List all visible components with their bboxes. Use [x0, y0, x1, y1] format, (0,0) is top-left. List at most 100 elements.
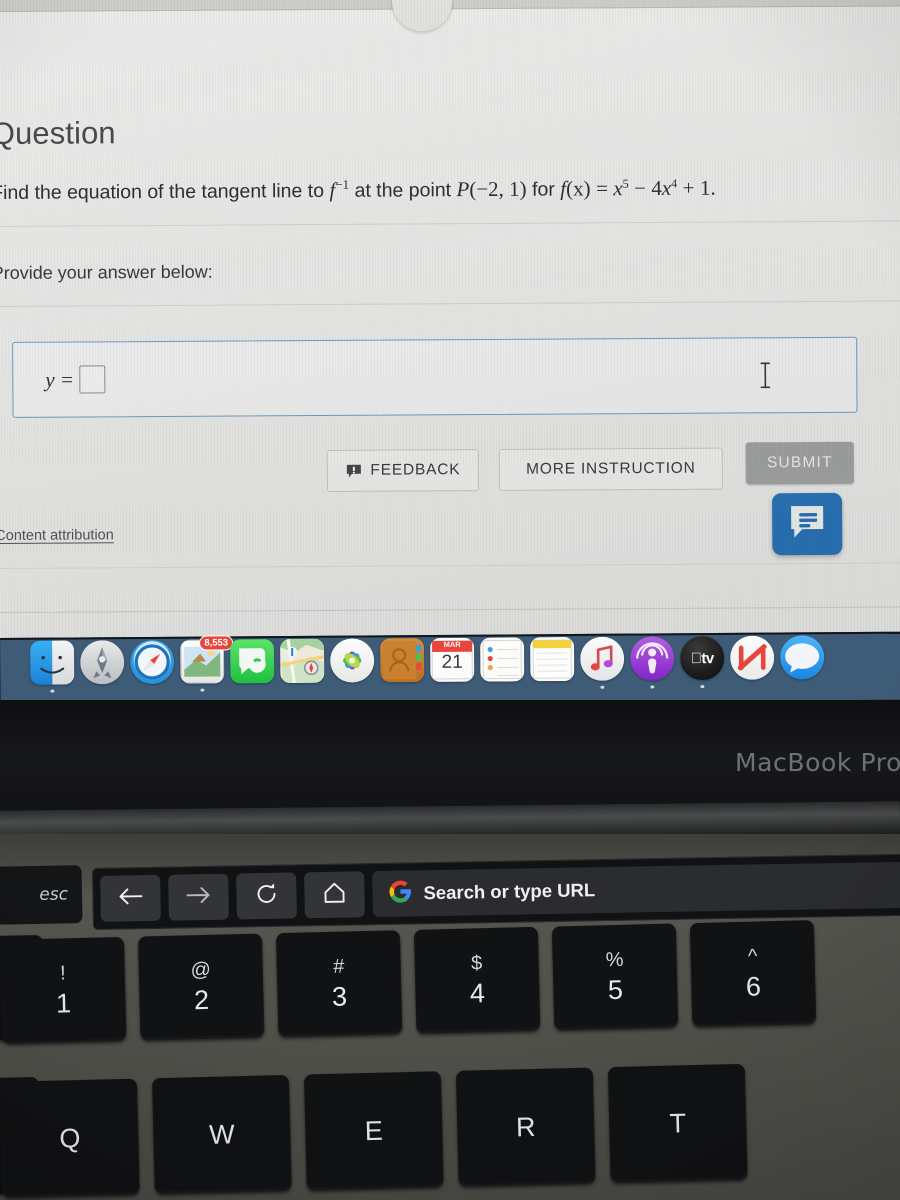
divider	[0, 606, 900, 614]
dock-item-safari[interactable]	[130, 639, 175, 685]
key-shift-symbol: !	[59, 962, 66, 985]
answer-input-region[interactable]: y =	[12, 336, 858, 418]
laptop-screen: Question Find the equation of the tangen…	[0, 0, 900, 638]
key-shift-symbol: #	[332, 955, 345, 978]
macos-dock: 8,553 MAR 21 tv	[0, 626, 900, 706]
question-prompt-part3: for	[532, 178, 555, 201]
key-primary-label: 4	[469, 978, 486, 1009]
dock-item-finder[interactable]	[30, 640, 75, 693]
key-3[interactable]: #3	[275, 930, 403, 1038]
key-shift-symbol: ^	[747, 945, 758, 968]
appletv-icon: tv	[680, 635, 725, 681]
dock-badge: 8,553	[199, 635, 234, 651]
dock-item-notes[interactable]	[530, 636, 575, 682]
messages-blue-icon	[780, 635, 825, 680]
app-running-indicator	[600, 685, 605, 689]
key-shift-symbol: $	[470, 952, 483, 975]
key-primary-label: 2	[193, 984, 210, 1016]
key-shift-symbol: %	[605, 948, 624, 972]
key-q[interactable]: Q	[0, 1078, 140, 1198]
key-w[interactable]: W	[151, 1074, 292, 1195]
key-t[interactable]: T	[607, 1063, 748, 1184]
submit-button[interactable]: SUBMIT	[745, 441, 854, 485]
key-2[interactable]: @2	[137, 933, 265, 1041]
key-shift-symbol: @	[190, 958, 212, 982]
podcasts-icon	[630, 636, 675, 681]
divider	[0, 562, 900, 570]
math-input-field[interactable]	[78, 365, 106, 394]
safari-icon	[130, 639, 175, 685]
question-text: Find the equation of the tangent line to…	[0, 173, 886, 207]
equals-sign: =	[595, 176, 608, 201]
inverse-exponent: −1	[335, 176, 350, 192]
keyboard-alpha-row: Q W ER T	[0, 1063, 763, 1198]
launchpad-icon	[80, 640, 125, 685]
key-primary-label: 6	[745, 971, 762, 1002]
touchbar-forward-button[interactable]	[168, 873, 229, 921]
dock-icon-list: 8,553 MAR 21 tv	[30, 635, 825, 693]
music-icon	[580, 636, 625, 681]
page-title: Question	[0, 115, 116, 152]
dock-item-reminders[interactable]	[480, 637, 525, 682]
google-g-icon	[388, 879, 413, 908]
term2-exponent: 4	[671, 176, 678, 191]
key-primary-label: Q	[59, 1122, 81, 1154]
answer-lhs-label: y =	[45, 367, 75, 392]
key-4[interactable]: $4	[413, 926, 541, 1034]
touchbar-back-button[interactable]	[100, 874, 161, 922]
divider	[0, 300, 900, 308]
term1-exponent: 5	[622, 176, 629, 191]
question-prompt-part1: Find the equation of the tangent line to	[0, 179, 325, 205]
i-beam-text-cursor-icon	[758, 362, 772, 389]
messages-icon	[230, 639, 275, 684]
dock-item-maps[interactable]	[280, 638, 325, 684]
keyboard-number-row: ! 1 @2 #3 $4% 5 ^ 6	[0, 920, 830, 1044]
key-e[interactable]: E	[303, 1071, 444, 1191]
touchbar-home-button[interactable]	[304, 871, 365, 919]
dock-item-messages[interactable]	[230, 639, 275, 684]
content-attribution-link[interactable]: Content attribution	[0, 527, 114, 544]
notes-icon	[530, 636, 575, 682]
touchbar-omnibox[interactable]: Search or type URL	[372, 861, 900, 918]
maps-icon	[280, 638, 325, 684]
contacts-icon	[380, 638, 425, 683]
chat-support-widget[interactable]	[772, 492, 843, 556]
speech-bubble-icon	[345, 464, 361, 478]
minus-sign: −	[634, 176, 646, 201]
point-value: (−2, 1)	[469, 176, 527, 202]
esc-key[interactable]: esc	[0, 865, 83, 925]
key-primary-label: W	[208, 1118, 235, 1150]
dock-item-photos[interactable]	[330, 638, 375, 683]
dock-item-messages-blue[interactable]	[780, 635, 825, 680]
plus-sign: +	[682, 175, 695, 200]
point-label: P	[456, 177, 470, 202]
reminders-icon	[480, 637, 525, 682]
omnibox-placeholder: Search or type URL	[423, 879, 596, 904]
dock-item-appletv[interactable]: tv	[680, 635, 725, 689]
submit-button-label: SUBMIT	[766, 453, 833, 472]
touchbar-reload-button[interactable]	[236, 872, 297, 920]
calendar-icon: MAR 21	[430, 637, 475, 682]
key-6[interactable]: ^ 6	[689, 920, 817, 1028]
dock-item-music[interactable]	[580, 636, 625, 689]
divider	[0, 220, 900, 228]
scroll-down-button[interactable]	[391, 0, 453, 32]
news-icon	[730, 635, 775, 680]
key-primary-label: T	[669, 1107, 687, 1139]
arrow-left-icon	[117, 886, 143, 911]
photos-icon	[330, 638, 375, 683]
dock-item-launchpad[interactable]	[80, 640, 125, 685]
key-r[interactable]: R	[455, 1067, 596, 1187]
dock-item-contacts[interactable]	[380, 638, 425, 683]
action-button-row: FEEDBACK MORE INSTRUCTION SUBMIT	[0, 441, 897, 499]
term2-base: x	[661, 175, 672, 200]
dock-item-calendar[interactable]: MAR 21	[430, 637, 475, 682]
dock-item-podcasts[interactable]	[630, 636, 675, 689]
feedback-button[interactable]: FEEDBACK	[326, 449, 480, 492]
more-instruction-button[interactable]: MORE INSTRUCTION	[498, 447, 724, 491]
key-5[interactable]: % 5	[551, 923, 679, 1031]
app-running-indicator	[700, 684, 705, 689]
key-1[interactable]: ! 1	[0, 936, 127, 1044]
dock-item-news[interactable]	[730, 635, 775, 680]
dock-item-mail[interactable]: 8,553	[180, 635, 234, 692]
